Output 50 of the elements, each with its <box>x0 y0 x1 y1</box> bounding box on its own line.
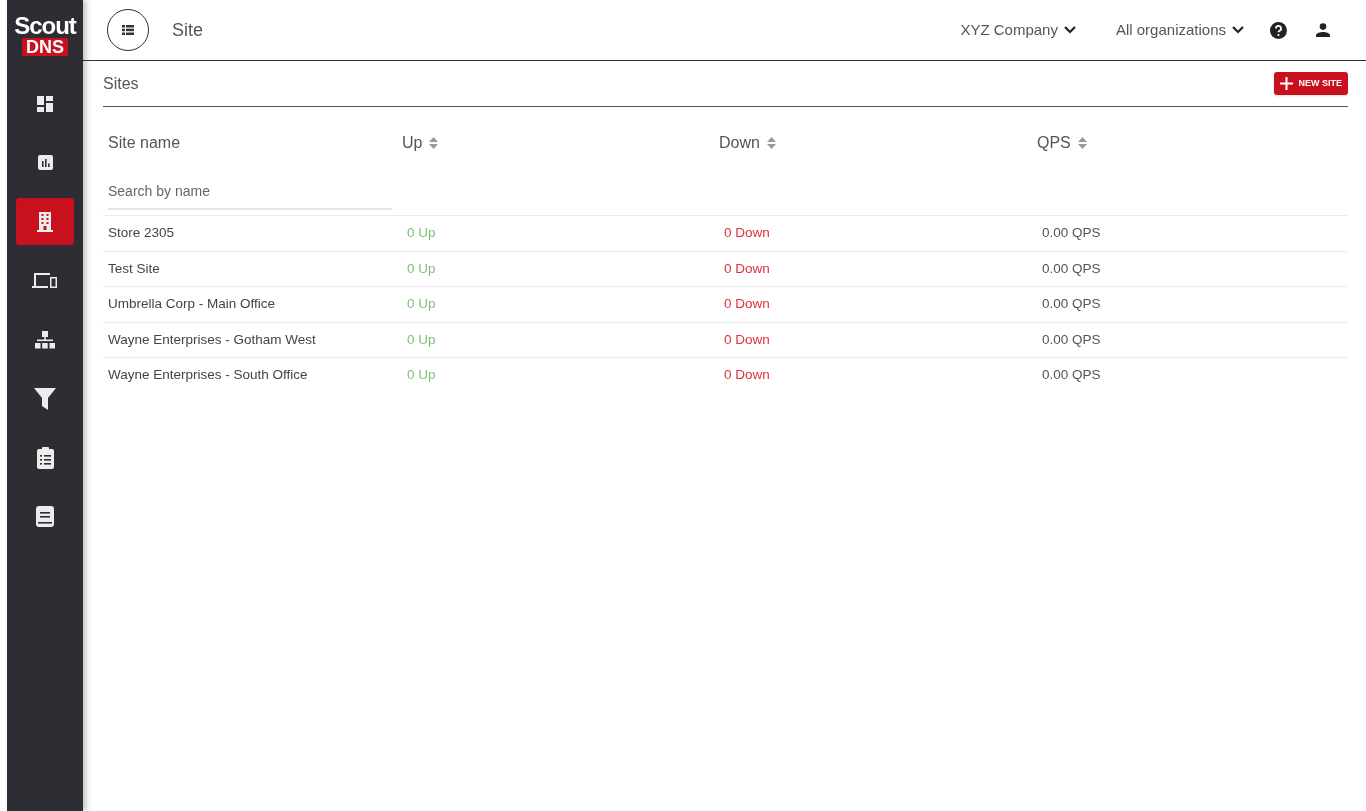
dashboard-icon <box>37 95 53 112</box>
up-count: 0 Up <box>407 259 436 278</box>
chart-icon <box>37 155 53 170</box>
site-name: Wayne Enterprises - South Office <box>108 366 308 385</box>
up-count: 0 Up <box>407 295 436 314</box>
site-name: Umbrella Corp - Main Office <box>108 295 276 314</box>
plus-icon <box>1280 77 1294 90</box>
up-count: 0 Up <box>407 366 436 385</box>
section-title: Sites <box>103 73 139 94</box>
clipboard-icon <box>36 446 54 469</box>
qps-value: 0.00 QPS <box>1042 330 1101 349</box>
book-icon <box>36 506 54 527</box>
down-count: 0 Down <box>724 295 770 314</box>
column-header[interactable]: Up <box>402 131 423 155</box>
column-header: Site name <box>108 133 181 153</box>
search-field[interactable]: Search by name <box>108 181 392 210</box>
qps-value: 0.00 QPS <box>1042 259 1101 278</box>
down-count: 0 Down <box>724 366 770 385</box>
building-icon <box>37 211 53 232</box>
user-icon[interactable] <box>1316 23 1330 37</box>
sort-icon <box>429 137 439 149</box>
help-icon[interactable] <box>1270 21 1287 39</box>
down-count: 0 Down <box>724 330 770 349</box>
down-count: 0 Down <box>724 259 770 278</box>
list-icon <box>122 25 134 35</box>
new-site-button[interactable]: NEW SITE <box>1274 72 1348 95</box>
column-header[interactable]: QPS <box>1037 131 1071 155</box>
page-title: Site <box>172 18 204 42</box>
hierarchy-icon <box>35 330 55 349</box>
company-dropdown[interactable]: XYZ Company <box>960 18 1076 42</box>
organization-dropdown[interactable]: All organizations <box>1115 18 1244 42</box>
site-name: Test Site <box>108 259 160 278</box>
up-count: 0 Up <box>407 224 436 243</box>
qps-value: 0.00 QPS <box>1042 224 1101 243</box>
logo-badge: DNS <box>22 38 68 56</box>
qps-value: 0.00 QPS <box>1042 366 1101 385</box>
logo-text: Scout <box>14 14 76 38</box>
chevron-down-icon <box>1063 26 1076 34</box>
down-count: 0 Down <box>724 224 770 243</box>
column-header[interactable]: Down <box>719 131 760 155</box>
chevron-down-icon <box>1232 26 1244 34</box>
sort-icon <box>766 137 776 149</box>
qps-value: 0.00 QPS <box>1042 295 1101 314</box>
sidebar-nav-item[interactable] <box>16 198 74 245</box>
up-count: 0 Up <box>407 330 436 349</box>
devices-icon <box>32 271 58 290</box>
sort-icon <box>1077 137 1087 149</box>
filter-icon <box>34 387 56 410</box>
site-name: Wayne Enterprises - Gotham West <box>108 330 316 349</box>
site-name: Store 2305 <box>108 224 175 243</box>
